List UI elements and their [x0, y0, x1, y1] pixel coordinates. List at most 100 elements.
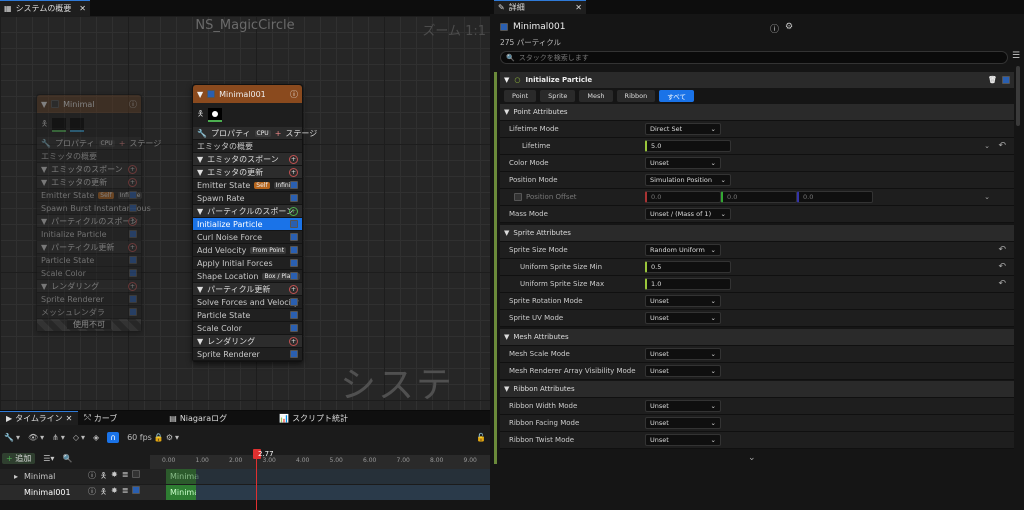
- info-icon[interactable]: ⓘ: [290, 89, 298, 100]
- tab-timeline[interactable]: ▶ タイムライン ✕: [0, 411, 79, 425]
- tab-all[interactable]: すべて: [659, 90, 695, 102]
- module-checkbox[interactable]: [290, 311, 298, 319]
- tab-niagara-log[interactable]: ▤ Niagaraログ: [163, 411, 233, 425]
- enable-checkbox[interactable]: [207, 90, 216, 98]
- add-module-icon[interactable]: +: [128, 282, 137, 291]
- node-section-row[interactable]: ▼ エミッタの更新 +: [37, 176, 141, 189]
- close-icon[interactable]: ✕: [575, 3, 582, 12]
- ribbon-width-dropdown[interactable]: Unset ⌄: [645, 400, 721, 412]
- collapse-icon[interactable]: ▼: [197, 90, 203, 99]
- gear-icon[interactable]: ⚙: [785, 22, 793, 35]
- node-module-row[interactable]: メッシュレンダラ: [37, 306, 141, 319]
- expand-icon[interactable]: ▸: [0, 472, 24, 481]
- search-icon[interactable]: 🔍: [62, 454, 72, 463]
- node-module-row[interactable]: Sprite Renderer: [37, 293, 141, 306]
- module-checkbox[interactable]: [129, 204, 137, 212]
- section-point-attributes[interactable]: ▼ Point Attributes: [500, 104, 1014, 121]
- add-module-icon[interactable]: +: [289, 337, 298, 346]
- reset-icon[interactable]: ↶: [998, 245, 1006, 255]
- node-module-row[interactable]: Initialize Particle: [193, 218, 302, 231]
- module-checkbox[interactable]: [290, 259, 298, 267]
- node-module-row[interactable]: Shape Location Box / Plane: [193, 270, 302, 283]
- section-sprite-attributes[interactable]: ▼ Sprite Attributes: [500, 225, 1014, 242]
- module-checkbox[interactable]: [290, 350, 298, 358]
- module-checkbox[interactable]: [129, 230, 137, 238]
- sprite-rotation-dropdown[interactable]: Unset ⌄: [645, 295, 721, 307]
- node-module-row[interactable]: Emitter StateSelfInfinite: [193, 179, 302, 192]
- close-icon[interactable]: ✕: [79, 4, 86, 13]
- node-section-row[interactable]: ▼ パーティクルのスポーン +: [193, 205, 302, 218]
- mass-mode-dropdown[interactable]: Unset / (Mass of 1) ⌄: [645, 208, 731, 220]
- add-module-icon[interactable]: +: [128, 243, 137, 252]
- collapse-icon[interactable]: ▼: [197, 155, 203, 164]
- node-module-row[interactable]: Spawn Rate: [193, 192, 302, 205]
- module-checkbox[interactable]: [290, 298, 298, 306]
- close-icon[interactable]: ✕: [66, 414, 73, 423]
- info-icon[interactable]: ⓘ: [129, 99, 137, 110]
- node-module-row[interactable]: Scale Color: [193, 322, 302, 335]
- collapse-icon[interactable]: ▼: [504, 76, 509, 84]
- section-mesh-attributes[interactable]: ▼ Mesh Attributes: [500, 329, 1014, 346]
- sparkle-icon[interactable]: ✸: [111, 486, 118, 500]
- node-section-row[interactable]: ▼ パーティクルのスポーン +: [37, 215, 141, 228]
- fps-dropdown[interactable]: 60 fps 🔒 ⚙ ▾: [127, 433, 179, 442]
- reset-icon[interactable]: ↶: [998, 262, 1006, 272]
- module-enable-checkbox[interactable]: [1002, 76, 1010, 84]
- emitter-enable-checkbox[interactable]: [500, 23, 508, 31]
- position-offset-checkbox[interactable]: [514, 193, 522, 201]
- node-graph[interactable]: NS_MagicCircle ズーム 1:1 システム ▼ Minimal ⓘ …: [0, 16, 490, 410]
- collapse-icon[interactable]: ▼: [41, 282, 47, 291]
- module-checkbox[interactable]: [290, 220, 298, 228]
- collapse-icon[interactable]: ▼: [504, 229, 509, 237]
- track-row[interactable]: ▸ Minimal ⓘ 🯅 ✸ ≣ Minima: [0, 469, 490, 484]
- color-mode-dropdown[interactable]: Unset ⌄: [645, 157, 721, 169]
- module-checkbox[interactable]: [129, 256, 137, 264]
- stack-search-input[interactable]: 🔍 スタックを検索します: [500, 51, 1008, 64]
- collapse-icon[interactable]: ▼: [41, 100, 47, 109]
- node-module-row[interactable]: Emitter StateSelfInfinite: [37, 189, 143, 202]
- track-checkbox[interactable]: [132, 485, 141, 494]
- node-section-row[interactable]: ▼ パーティクル更新 +: [193, 283, 302, 296]
- collapse-icon[interactable]: ▼: [504, 108, 509, 116]
- sprite-thumbnail-icon[interactable]: [208, 108, 223, 122]
- chevron-down-icon[interactable]: ⌄: [984, 193, 990, 201]
- module-checkbox[interactable]: [129, 191, 137, 199]
- lock-icon[interactable]: 🔓: [476, 433, 486, 442]
- position-offset-y[interactable]: 0.0: [721, 191, 797, 203]
- emitter-node-minimal[interactable]: ▼ Minimal ⓘ 🯅 🔧 プロパティ CPU + ステージ エミッタの概要…: [36, 94, 161, 332]
- collapse-icon[interactable]: ▼: [197, 285, 203, 294]
- info-icon[interactable]: ⓘ: [88, 486, 96, 500]
- view-button[interactable]: 👁 ▾: [28, 433, 44, 442]
- node-module-row[interactable]: Initialize Particle: [37, 228, 141, 241]
- node-section-row[interactable]: ▼ レンダリング +: [193, 335, 302, 348]
- position-mode-dropdown[interactable]: Simulation Position ⌄: [645, 174, 731, 186]
- stage-label[interactable]: ステージ: [285, 128, 317, 139]
- emitter-node-minimal001[interactable]: ▼ Minimal001 ⓘ 🯅 🔧 プロパティ CPU + ステージ エミッタ…: [192, 84, 317, 362]
- reset-icon[interactable]: ↶: [998, 141, 1006, 151]
- add-module-icon[interactable]: +: [289, 155, 298, 164]
- properties-row[interactable]: 🔧 プロパティ CPU + ステージ: [37, 137, 161, 150]
- module-checkbox[interactable]: [129, 308, 137, 316]
- scrollbar[interactable]: [1016, 66, 1020, 126]
- tab-mesh[interactable]: Mesh: [579, 90, 613, 102]
- module-checkbox[interactable]: [290, 194, 298, 202]
- node-module-row[interactable]: Scale Color: [37, 267, 141, 280]
- reset-icon[interactable]: ↶: [998, 279, 1006, 289]
- lifetime-mode-dropdown[interactable]: Direct Set ⌄: [645, 123, 721, 135]
- node-module-row[interactable]: Spawn Burst Instantaneous: [37, 202, 151, 215]
- node-module-row[interactable]: Sprite Renderer: [193, 348, 302, 361]
- expand-more-icon[interactable]: ⌄: [748, 453, 756, 463]
- size-max-input[interactable]: 1.0: [645, 278, 731, 290]
- magnet-button[interactable]: ∩: [107, 431, 120, 443]
- enable-checkbox[interactable]: [51, 100, 60, 108]
- person-icon[interactable]: 🯅: [100, 470, 107, 484]
- size-min-input[interactable]: 0.5: [645, 261, 731, 273]
- collapse-icon[interactable]: ▼: [41, 217, 47, 226]
- trash-icon[interactable]: 🗑: [988, 76, 997, 84]
- collapse-icon[interactable]: ▼: [41, 178, 47, 187]
- chevron-down-icon[interactable]: ⌄: [984, 142, 990, 150]
- node-module-row[interactable]: Particle State: [193, 309, 302, 322]
- add-stage-icon[interactable]: +: [119, 139, 126, 148]
- tab-ribbon[interactable]: Ribbon: [616, 90, 656, 102]
- collapse-icon[interactable]: ▼: [197, 207, 203, 216]
